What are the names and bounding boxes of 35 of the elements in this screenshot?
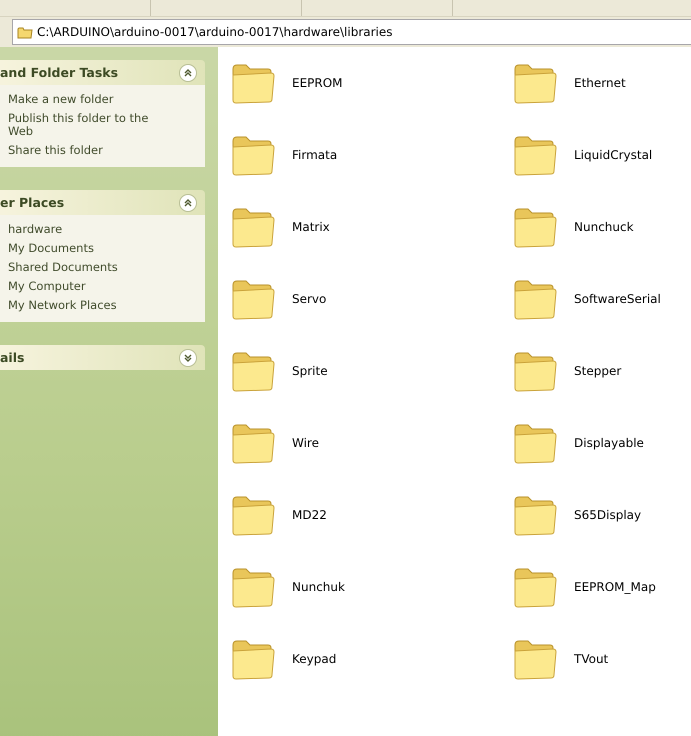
folder-name[interactable]: Stepper (574, 364, 622, 378)
address-field[interactable]: C:\ARDUINO\arduino-0017\arduino-0017\hardware\libraries (12, 19, 691, 45)
folder-name[interactable]: TVout (574, 652, 608, 666)
folder-name[interactable]: Matrix (292, 220, 330, 234)
folder-name[interactable]: MD22 (292, 508, 327, 522)
collapse-button[interactable] (179, 64, 197, 82)
expand-button[interactable] (179, 348, 197, 366)
panel-title: and Folder Tasks (0, 65, 118, 80)
folder-name[interactable]: Keypad (292, 652, 336, 666)
folder-name[interactable]: Nunchuck (574, 220, 634, 234)
folder-name[interactable]: Nunchuk (292, 580, 345, 594)
task-link[interactable]: My Computer (8, 280, 168, 293)
panel-title: er Places (0, 195, 64, 210)
task-link[interactable]: Share this folder (8, 144, 168, 157)
folder-name[interactable]: Sprite (292, 364, 328, 378)
folder-name[interactable]: LiquidCrystal (574, 148, 652, 162)
folder-name[interactable]: Servo (292, 292, 326, 306)
folder-name[interactable]: Wire (292, 436, 319, 450)
folder-name[interactable]: Firmata (292, 148, 338, 162)
folder-name[interactable]: S65Display (574, 508, 642, 522)
folder-name[interactable]: EEPROM_Map (574, 580, 656, 594)
task-link[interactable]: Publish this folder to the Web (8, 112, 168, 138)
collapse-button[interactable] (179, 194, 197, 212)
folder-name[interactable]: Displayable (574, 436, 644, 450)
task-link[interactable]: My Documents (8, 242, 168, 255)
folder-icon (17, 26, 33, 38)
panel-title: ails (0, 350, 24, 365)
task-link[interactable]: My Network Places (8, 299, 168, 312)
folder-name[interactable]: SoftwareSerial (574, 292, 661, 306)
address-path: C:\ARDUINO\arduino-0017\arduino-0017\hardware\libraries (37, 25, 393, 39)
task-link[interactable]: Shared Documents (8, 261, 168, 274)
task-link[interactable]: Make a new folder (8, 93, 168, 106)
task-link[interactable]: hardware (8, 223, 168, 236)
folder-name[interactable]: EEPROM (292, 76, 343, 90)
folder-name[interactable]: Ethernet (574, 76, 626, 90)
